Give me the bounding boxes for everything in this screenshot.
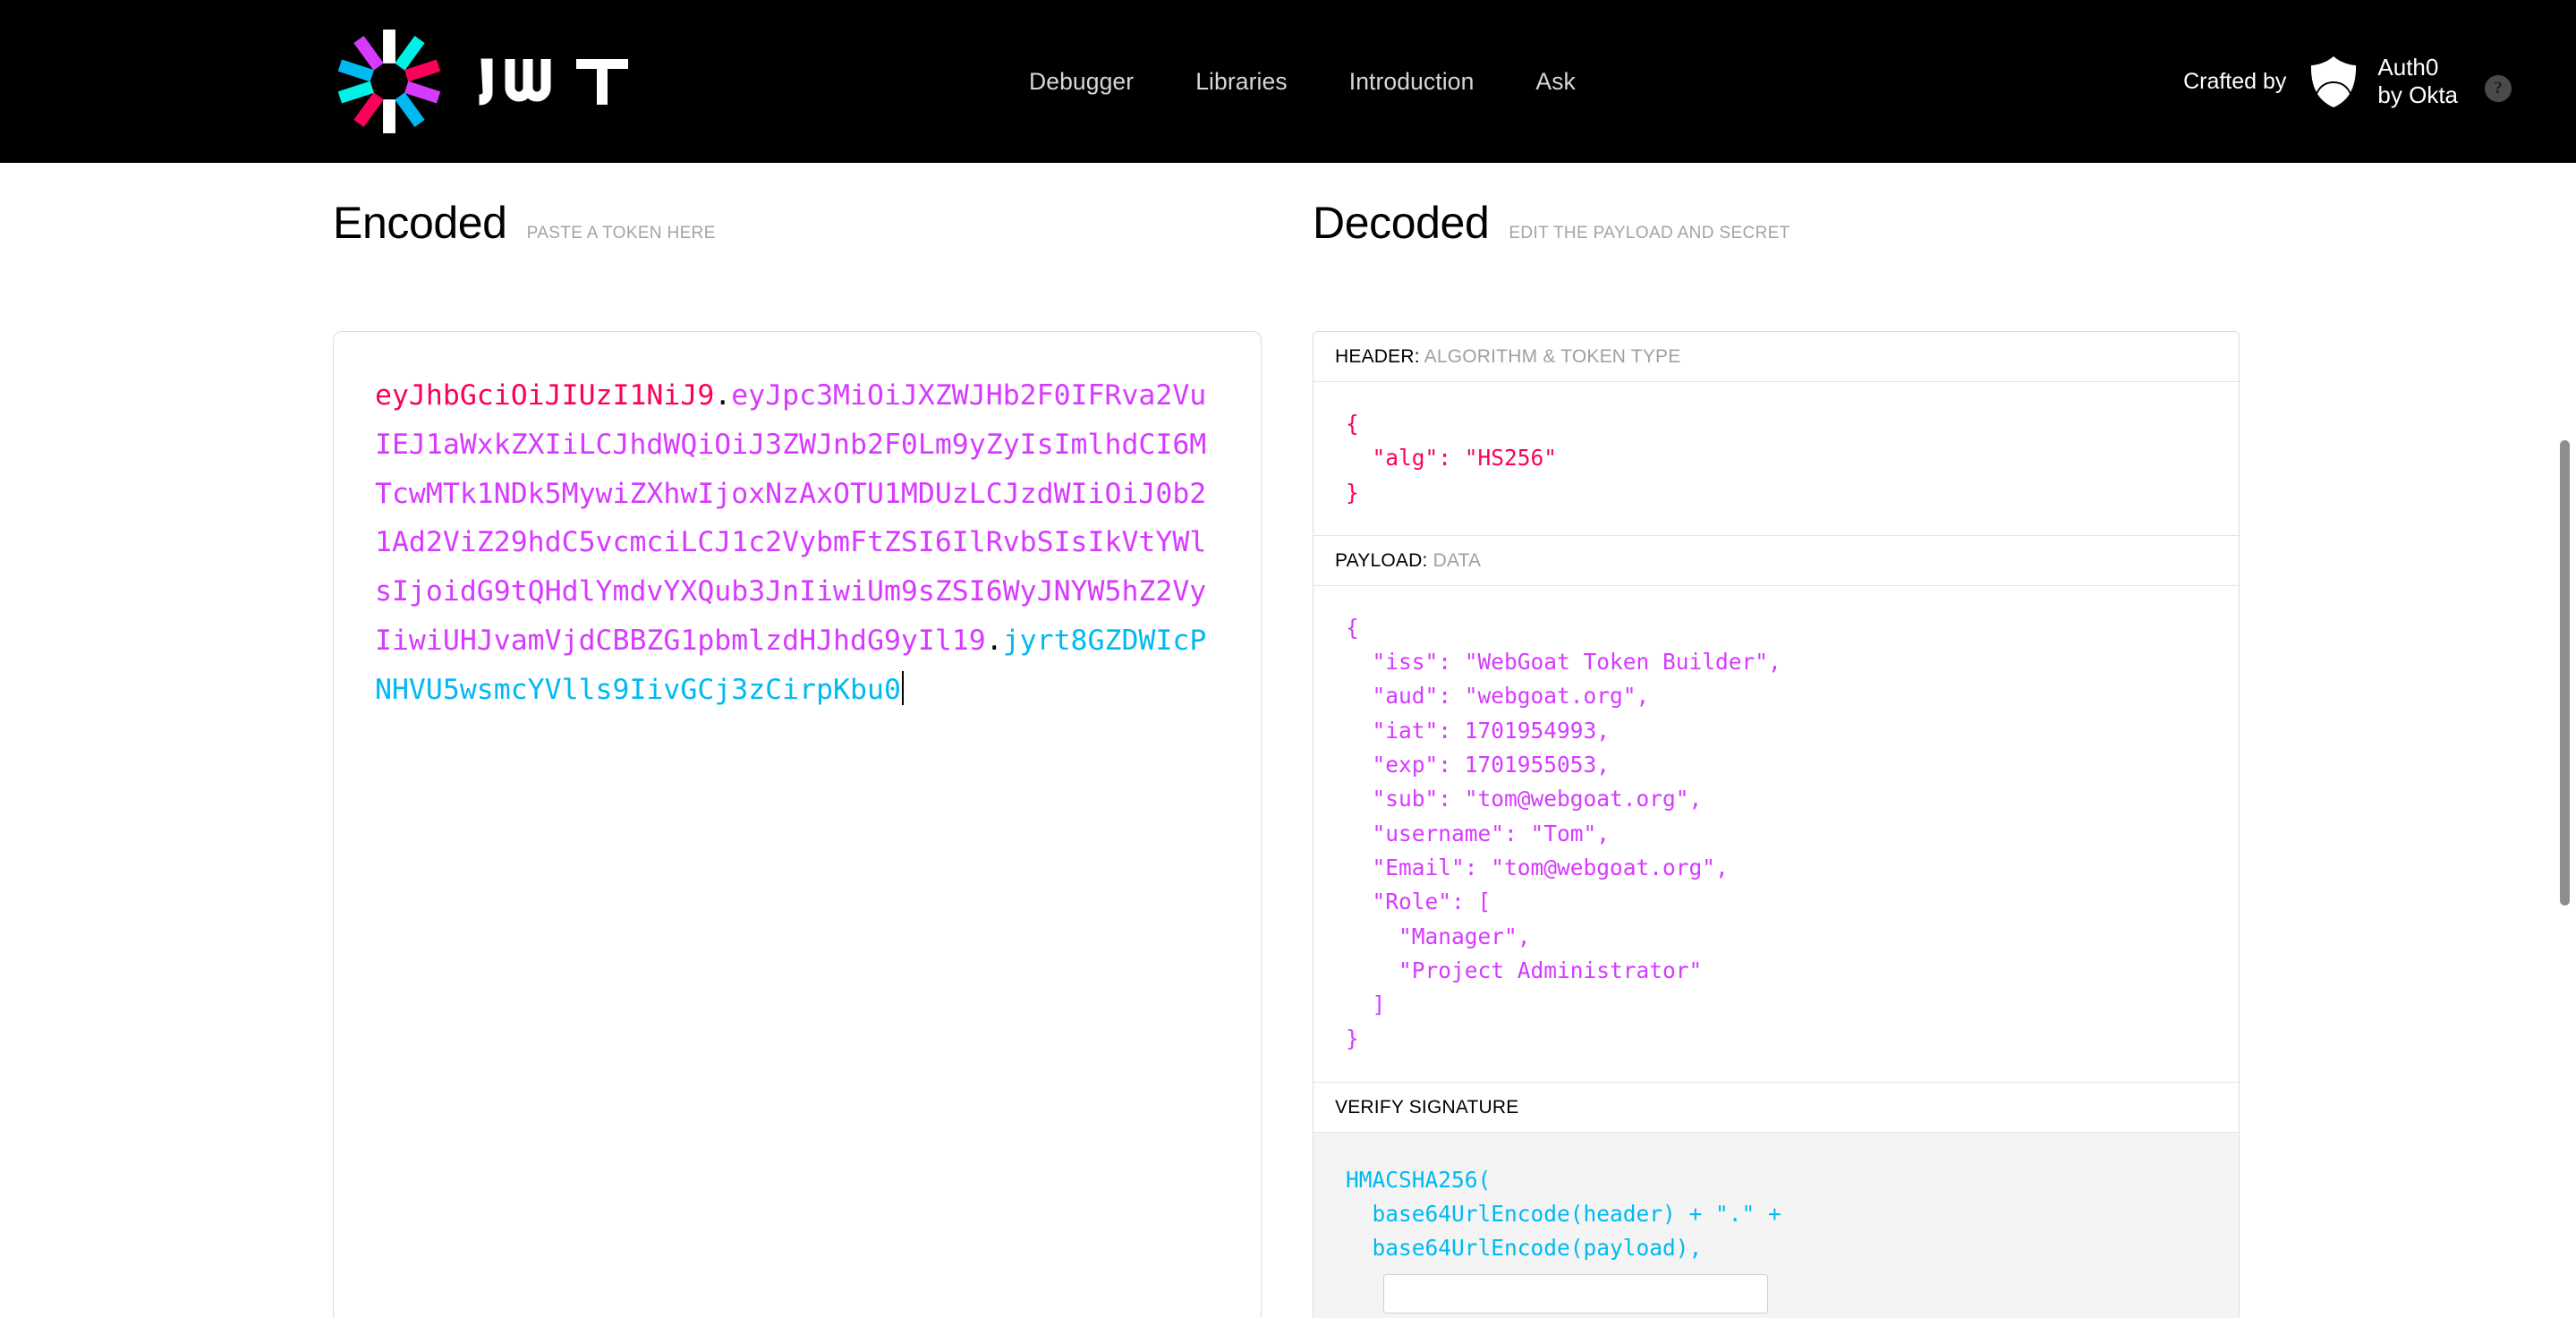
top-navigation-bar: Debugger Libraries Introduction Ask Craf… (0, 0, 2576, 163)
text-cursor (901, 670, 904, 705)
jwt-logo-link[interactable] (333, 25, 633, 138)
nav-link-ask[interactable]: Ask (1535, 68, 1575, 96)
nav-link-introduction[interactable]: Introduction (1349, 68, 1475, 96)
verify-signature-editor[interactable]: HMACSHA256( base64UrlEncode(header) + ".… (1314, 1132, 2239, 1318)
jwt-wordmark-icon (476, 54, 633, 109)
nav-link-libraries[interactable]: Libraries (1195, 68, 1288, 96)
payload-section-hint: DATA (1433, 549, 1482, 571)
decoded-payload-json[interactable]: { "iss": "WebGoat Token Builder", "aud":… (1314, 586, 2239, 1083)
signature-line-3: base64UrlEncode(payload), (1346, 1235, 1703, 1262)
decoded-title: Decoded (1313, 198, 1490, 248)
decoded-heading-row: Decoded EDIT THE PAYLOAD AND SECRET (1313, 197, 2240, 249)
help-icon[interactable]: ? (2485, 75, 2512, 102)
crafted-by-section: Crafted by Auth0 by Okta ? (2183, 0, 2512, 163)
token-payload-segment: eyJpc3MiOiJXZWJHb2F0IFRva2VuIEJ1aWxkZXIi… (375, 379, 1207, 657)
token-separator-1: . (714, 379, 732, 412)
main-navigation: Debugger Libraries Introduction Ask (1029, 0, 1576, 163)
header-section-label: HEADER: ALGORITHM & TOKEN TYPE (1314, 332, 2239, 382)
page-scrollbar-thumb[interactable] (2560, 440, 2570, 906)
auth0-shield-icon (2308, 55, 2359, 108)
auth0-byline: by Okta (2377, 81, 2458, 108)
signature-line-1: HMACSHA256( (1346, 1166, 1492, 1193)
header-section-hint: ALGORITHM & TOKEN TYPE (1424, 346, 1681, 367)
auth0-name: Auth0 (2377, 54, 2439, 81)
encoded-token-text[interactable]: eyJhbGciOiJIUzI1NiJ9.eyJpc3MiOiJXZWJHb2F… (375, 371, 1220, 715)
signature-line-2: base64UrlEncode(header) + "." + (1346, 1201, 1781, 1228)
decoded-column: Decoded EDIT THE PAYLOAD AND SECRET HEAD… (1313, 197, 2240, 1318)
nav-link-debugger[interactable]: Debugger (1029, 68, 1134, 96)
signature-section-label: VERIFY SIGNATURE (1314, 1083, 2239, 1133)
page-scrollbar-track[interactable] (2553, 163, 2576, 1318)
auth0-wordmark: Auth0 by Okta (2377, 54, 2458, 109)
encoded-subtitle: PASTE A TOKEN HERE (526, 224, 716, 242)
jwt-starburst-icon (333, 25, 446, 138)
payload-section-label: PAYLOAD: DATA (1314, 536, 2239, 586)
token-header-segment: eyJhbGciOiJIUzI1NiJ9 (375, 379, 715, 412)
decoded-header-json[interactable]: { "alg": "HS256" } (1314, 382, 2239, 536)
encoded-column: Encoded PASTE A TOKEN HERE eyJhbGciOiJIU… (333, 197, 1262, 1318)
encoded-heading-row: Encoded PASTE A TOKEN HERE (333, 197, 1262, 249)
secret-key-input[interactable] (1383, 1273, 1768, 1314)
payload-section-title: PAYLOAD: (1335, 549, 1428, 571)
header-section-title: HEADER: (1335, 346, 1420, 367)
decoded-panel: HEADER: ALGORITHM & TOKEN TYPE { "alg": … (1313, 331, 2240, 1318)
encoded-title: Encoded (333, 198, 507, 248)
decoded-subtitle: EDIT THE PAYLOAD AND SECRET (1509, 224, 1790, 242)
crafted-by-label: Crafted by (2183, 68, 2287, 94)
encoded-token-input[interactable]: eyJhbGciOiJIUzI1NiJ9.eyJpc3MiOiJXZWJHb2F… (333, 331, 1262, 1318)
token-separator-2: . (985, 624, 1003, 657)
